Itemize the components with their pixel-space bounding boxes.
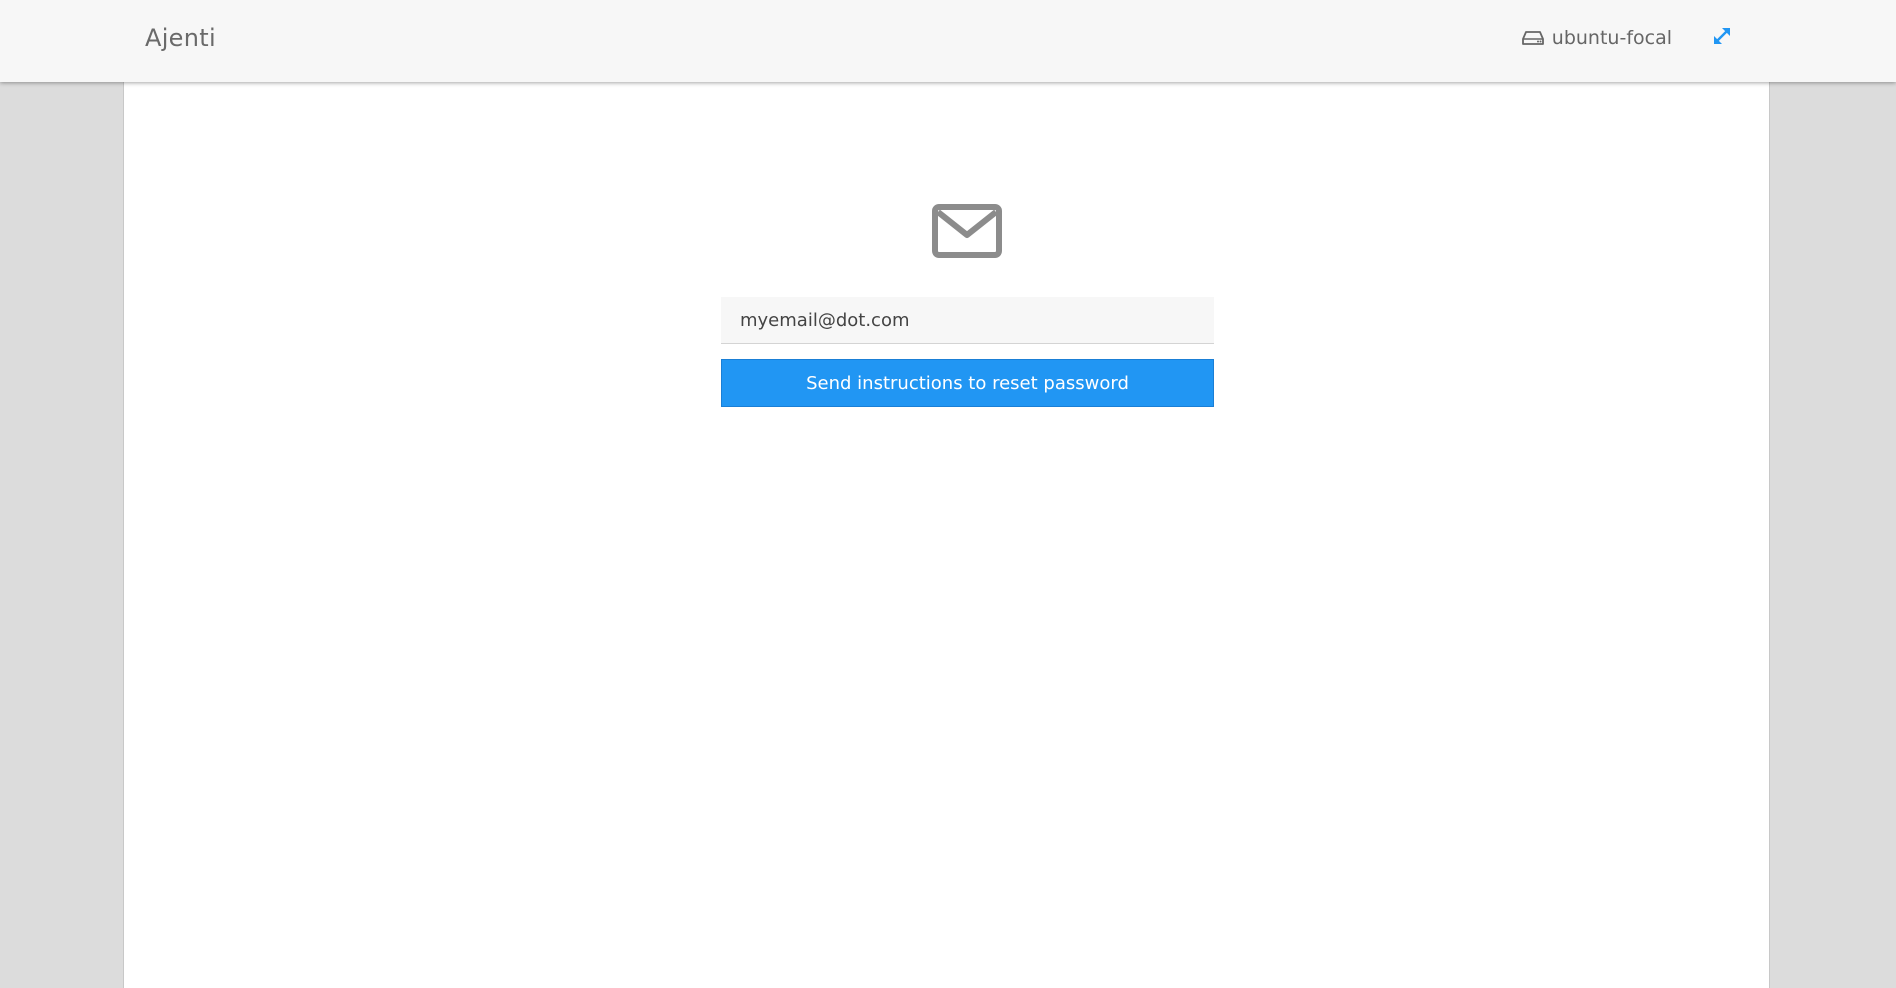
hostname-label: ubuntu-focal: [1551, 27, 1672, 49]
hard-drive-icon: [1521, 30, 1544, 46]
email-field[interactable]: [721, 297, 1214, 344]
send-reset-instructions-button[interactable]: Send instructions to reset password: [721, 359, 1214, 407]
hostname-indicator: ubuntu-focal: [1521, 27, 1672, 49]
expand-arrows-icon: [1712, 26, 1732, 50]
fullscreen-button[interactable]: [1710, 26, 1734, 50]
envelope-icon: [932, 204, 1002, 258]
brand-title: Ajenti: [145, 24, 216, 52]
top-bar: Ajenti ubuntu-focal: [0, 0, 1896, 82]
